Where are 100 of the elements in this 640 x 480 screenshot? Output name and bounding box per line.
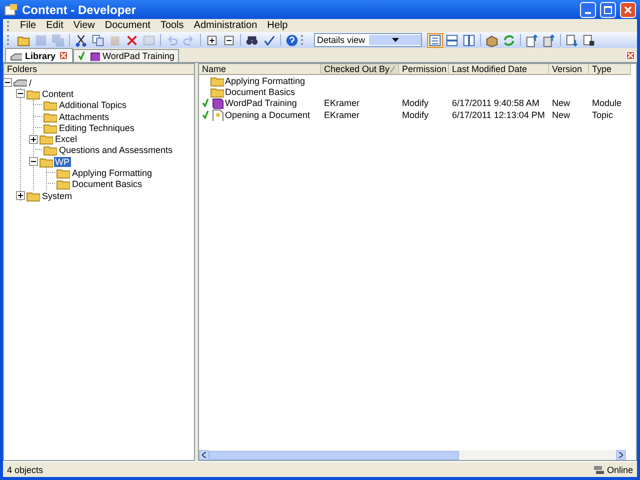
close-icon — [622, 4, 634, 16]
horizontal-split-icon — [445, 32, 459, 48]
plus-icon — [31, 136, 36, 142]
document-down-icon — [565, 32, 579, 48]
minimize-button[interactable] — [580, 2, 596, 18]
table-cell: EKramer — [324, 110, 360, 120]
column-header[interactable]: Type — [589, 64, 631, 75]
view-dropdown[interactable]: Details view — [314, 33, 422, 47]
item-name[interactable]: WordPad Training — [225, 98, 297, 108]
folder-icon — [43, 110, 57, 123]
column-header[interactable]: Version — [549, 64, 589, 75]
page-icon — [210, 108, 224, 121]
floppy-icon — [34, 32, 48, 48]
folder-icon — [39, 133, 53, 146]
folder-icon — [43, 99, 57, 112]
folder-icon — [210, 86, 224, 98]
folder-icon — [26, 190, 40, 202]
tree-item[interactable]: Editing Techniques — [58, 122, 136, 133]
toolbar-button[interactable] — [73, 32, 89, 48]
item-name[interactable]: Document Basics — [225, 86, 296, 97]
table-cell: Module — [592, 98, 622, 108]
help-icon — [285, 32, 299, 48]
toolbar-button[interactable] — [581, 32, 597, 48]
documents-up-icon — [542, 32, 556, 48]
expander[interactable] — [16, 89, 25, 98]
table-cell: Modify — [402, 98, 429, 108]
table-cell: 6/17/2011 12:13:04 PM — [452, 110, 545, 120]
maximize-button[interactable] — [600, 2, 616, 18]
checkmark-icon — [78, 51, 85, 61]
expander[interactable] — [3, 78, 12, 88]
tree-item[interactable]: Questions and Assessments — [58, 145, 174, 156]
book-icon — [210, 97, 224, 110]
table-cell: 6/17/2011 9:40:58 AM — [452, 98, 540, 108]
status-text: 4 objects — [7, 464, 44, 474]
tab[interactable]: Library — [5, 48, 73, 62]
tree-item[interactable]: WP — [54, 156, 70, 167]
horizontal-scrollbar[interactable] — [199, 450, 626, 460]
column-header[interactable]: Permission — [399, 64, 449, 75]
tree-item[interactable]: Attachments — [58, 112, 110, 122]
table-cell: EKramer — [324, 98, 360, 108]
document-up-icon — [525, 32, 539, 48]
details-view-icon — [428, 32, 442, 48]
folder-icon — [56, 178, 70, 190]
book-icon — [88, 51, 100, 61]
minimize-icon — [585, 12, 591, 14]
scroll-thumb[interactable] — [209, 450, 459, 460]
tree-item[interactable]: / — [28, 78, 33, 88]
tree-item[interactable]: Document Basics — [71, 179, 144, 190]
folder-icon — [26, 88, 40, 100]
column-header[interactable]: Name — [199, 64, 321, 75]
minus-icon — [18, 91, 23, 96]
menu-item[interactable]: Administration — [188, 20, 262, 31]
dropdown-arrow-icon — [392, 38, 398, 42]
tree-item[interactable]: Excel — [54, 134, 78, 144]
menu-item[interactable]: Document — [100, 20, 156, 31]
expander[interactable] — [29, 134, 38, 144]
expander[interactable] — [16, 191, 25, 200]
connection-status: Online — [606, 464, 633, 474]
column-header[interactable]: Checked Out By — [321, 64, 399, 75]
refresh-icon — [502, 32, 516, 48]
folder-icon — [56, 167, 70, 180]
drive-icon — [10, 50, 22, 60]
tree-item[interactable]: System — [41, 190, 74, 201]
document-lock-icon — [582, 32, 596, 48]
menu-item[interactable]: Tools — [155, 20, 189, 31]
expander[interactable] — [29, 157, 38, 166]
table-cell: New — [552, 110, 570, 120]
tree-item[interactable]: Additional Topics — [58, 100, 128, 110]
plus-icon — [18, 193, 23, 198]
menu-item[interactable]: Help — [262, 20, 293, 31]
minus-icon — [31, 159, 36, 164]
item-name[interactable]: Opening a Document — [225, 110, 310, 120]
sort-icon — [390, 66, 395, 72]
table-cell: New — [552, 98, 570, 108]
vertical-split-icon — [462, 32, 476, 48]
menu-item[interactable]: View — [68, 20, 100, 31]
folder-icon — [39, 156, 53, 168]
tab[interactable]: WordPad Training — [72, 49, 180, 62]
close-button[interactable] — [626, 51, 635, 60]
app-icon — [4, 4, 18, 16]
scissors-icon — [74, 32, 88, 48]
scroll-left-icon — [202, 452, 206, 458]
table-cell: Topic — [592, 110, 614, 120]
window-title: Content - Developer — [22, 2, 138, 16]
copy-icon — [91, 32, 105, 48]
tree-item[interactable]: Content — [41, 88, 75, 99]
item-name[interactable]: Applying Formatting — [225, 76, 306, 86]
table-cell: Modify — [402, 110, 429, 120]
menu-item[interactable]: Edit — [41, 20, 68, 31]
floppies-icon — [51, 32, 65, 48]
scroll-right-icon — [619, 452, 623, 458]
close-button[interactable] — [620, 2, 636, 18]
folder-icon — [43, 122, 57, 134]
close-icon — [60, 52, 67, 59]
menu-item[interactable]: File — [15, 20, 42, 31]
tree-item[interactable]: Applying Formatting — [71, 168, 154, 178]
column-header[interactable]: Last Modified Date — [449, 64, 549, 75]
minus-icon — [5, 80, 10, 86]
close-icon — [627, 52, 634, 59]
folder-icon — [43, 144, 57, 156]
